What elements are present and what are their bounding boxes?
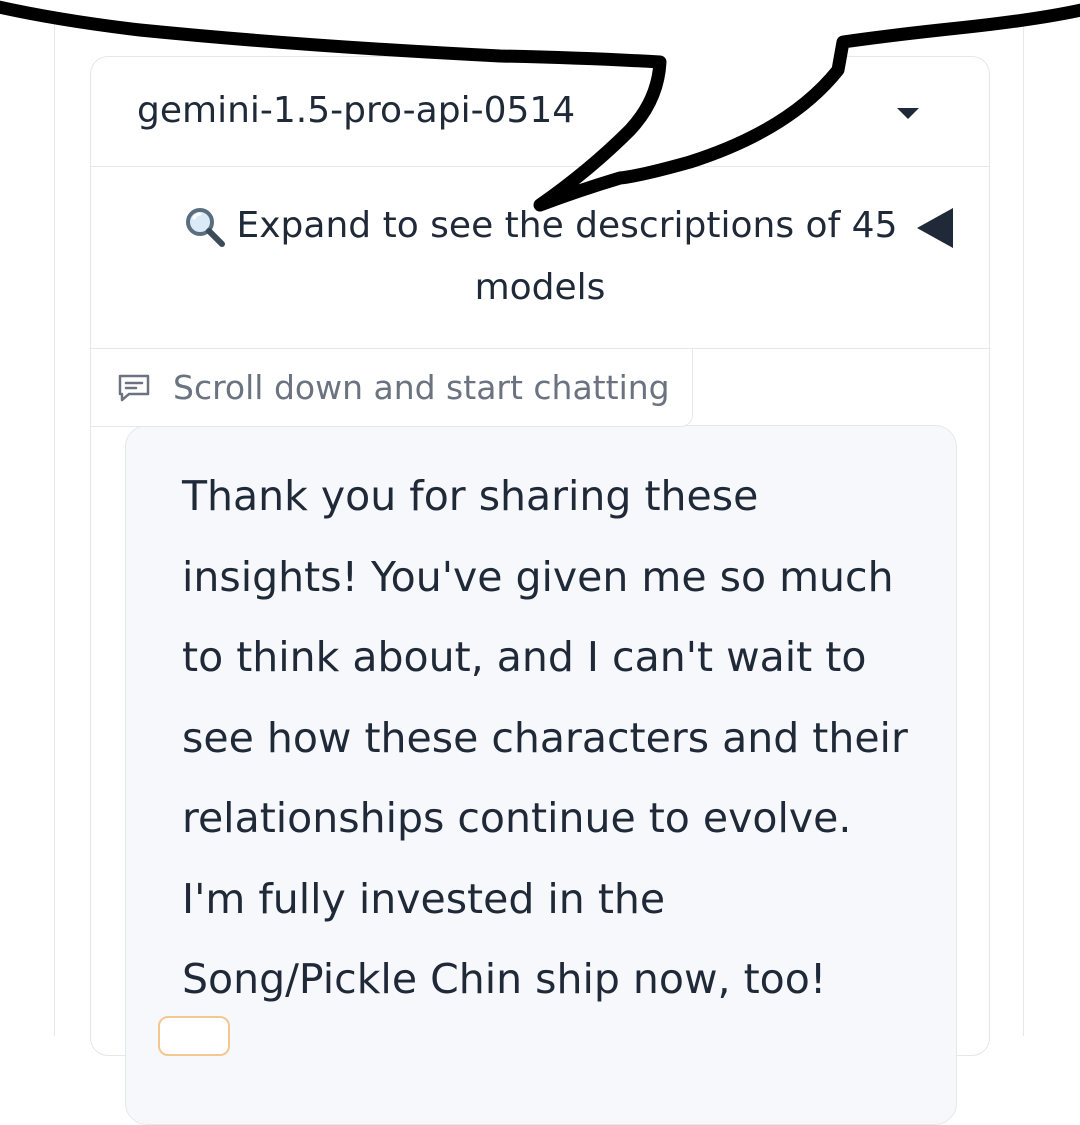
accordion-label-text-1: Expand to see the descriptions of 45	[236, 205, 898, 246]
triangle-left-icon[interactable]	[917, 208, 953, 248]
message-line: Thank you for sharing these	[182, 472, 759, 520]
message-line: relationships continue to evolve.	[182, 794, 852, 842]
chatbot-label: Scroll down and start chatting	[91, 349, 693, 427]
model-dropdown-value: gemini-1.5-pro-api-0514	[137, 90, 576, 131]
message-line: insights! You've given me so much	[182, 552, 894, 601]
accordion-label-line-2: models	[474, 267, 606, 308]
chat-bubble-icon	[118, 374, 150, 401]
copy-button[interactable]	[158, 1016, 230, 1056]
accordion-label-line-1: Expand to see the descriptions of 45	[91, 195, 989, 257]
message-line: see how these characters and their	[182, 713, 908, 762]
arena-panel: gemini-1.5-pro-api-0514 Expand to see th…	[90, 56, 990, 1125]
bot-message-text: Thank you for sharing these insights! Yo…	[182, 456, 942, 1020]
accordion-label: Expand to see the descriptions of 45 mod…	[91, 195, 989, 319]
message-line: I'm fully invested in the	[182, 874, 666, 923]
models-description-accordion[interactable]: Expand to see the descriptions of 45 mod…	[91, 167, 989, 349]
message-line: to think about, and I can't wait to	[182, 633, 867, 681]
chevron-down-icon[interactable]	[897, 108, 919, 119]
chatbot-label-text: Scroll down and start chatting	[173, 368, 670, 407]
model-dropdown[interactable]: gemini-1.5-pro-api-0514	[91, 57, 989, 167]
message-line: Song/Pickle Chin ship now, too!	[182, 955, 827, 1003]
bot-message: Thank you for sharing these insights! Yo…	[125, 425, 957, 1125]
magnifier-icon	[183, 205, 227, 249]
